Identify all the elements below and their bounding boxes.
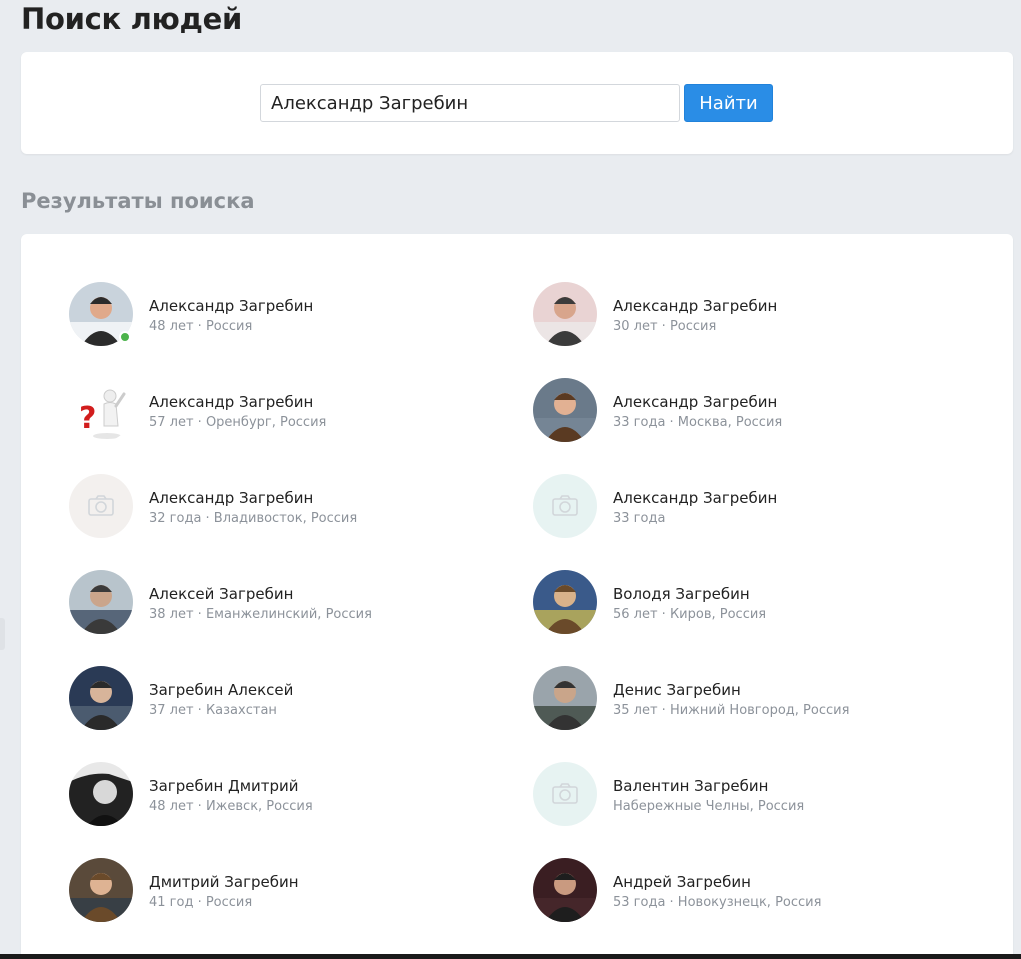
avatar[interactable]	[533, 282, 597, 346]
camera-icon	[533, 474, 597, 538]
person-meta: 33 года · Москва, Россия	[613, 415, 783, 430]
person-name[interactable]: Загребин Алексей	[149, 680, 293, 700]
avatar-photo	[69, 570, 133, 634]
person-result[interactable]: Валентин Загребин Набережные Челны, Росси…	[533, 762, 997, 858]
person-result[interactable]: Александр Загребин 48 лет · Россия	[69, 282, 533, 378]
person-result[interactable]: Александр Загребин 33 года · Москва, Росс…	[533, 378, 997, 474]
avatar-photo	[533, 282, 597, 346]
person-name[interactable]: Александр Загребин	[149, 392, 326, 412]
person-info: Дмитрий Загребин 41 год · Россия	[149, 872, 299, 913]
camera-icon	[533, 762, 597, 826]
avatar[interactable]	[533, 858, 597, 922]
person-meta: 32 года · Владивосток, Россия	[149, 511, 358, 526]
avatar-photo	[533, 666, 597, 730]
person-name[interactable]: Александр Загребин	[613, 488, 777, 508]
person-meta: 38 лет · Еманжелинский, Россия	[149, 607, 372, 622]
person-info: Александр Загребин 32 года · Владивосток,…	[149, 488, 357, 529]
person-result[interactable]: Александр Загребин 33 года	[533, 474, 997, 570]
person-info: Александр Загребин 33 года	[613, 488, 777, 529]
person-result[interactable]: Алексей Загребин 38 лет · Еманжелинский, …	[69, 570, 533, 666]
person-meta: 35 лет · Нижний Новгород, Россия	[613, 703, 850, 718]
person-info: Загребин Дмитрий 48 лет · Ижевск, Россия	[149, 776, 313, 817]
person-info: Александр Загребин 33 года · Москва, Росс…	[613, 392, 782, 433]
page-title: Поиск людей	[21, 2, 243, 36]
person-info: Андрей Загребин 53 года · Новокузнецк, Ро…	[613, 872, 821, 913]
person-name[interactable]: Денис Загребин	[613, 680, 849, 700]
avatar[interactable]	[533, 762, 597, 826]
avatar-photo: ?	[69, 378, 133, 442]
avatar[interactable]	[533, 570, 597, 634]
person-result[interactable]: Дмитрий Загребин 41 год · Россия	[69, 858, 533, 954]
person-info: Александр Загребин 30 лет · Россия	[613, 296, 777, 337]
avatar-photo	[533, 858, 597, 922]
search-button[interactable]: Найти	[684, 84, 773, 122]
person-result[interactable]: Андрей Загребин 53 года · Новокузнецк, Ро…	[533, 858, 997, 954]
person-meta: 57 лет · Оренбург, Россия	[149, 415, 327, 430]
person-info: Денис Загребин 35 лет · Нижний Новгород, …	[613, 680, 849, 721]
person-result[interactable]: Денис Загребин 35 лет · Нижний Новгород, …	[533, 666, 997, 762]
person-name[interactable]: Андрей Загребин	[613, 872, 821, 892]
person-name[interactable]: Александр Загребин	[149, 296, 313, 316]
person-meta: 53 года · Новокузнецк, Россия	[613, 895, 822, 910]
avatar[interactable]	[69, 570, 133, 634]
avatar[interactable]	[533, 474, 597, 538]
person-name[interactable]: Загребин Дмитрий	[149, 776, 313, 796]
avatar-photo	[533, 570, 597, 634]
avatar[interactable]	[533, 666, 597, 730]
person-name[interactable]: Александр Загребин	[613, 392, 782, 412]
person-meta: Набережные Челны, Россия	[613, 799, 805, 814]
person-result[interactable]: ? Александр Загребин 57 лет · Оренбург, Р…	[69, 378, 533, 474]
person-meta: 41 год · Россия	[149, 895, 253, 910]
person-meta: 33 года	[613, 511, 666, 526]
person-name[interactable]: Валентин Загребин	[613, 776, 804, 796]
person-info: Загребин Алексей 37 лет · Казахстан	[149, 680, 293, 721]
results-title: Результаты поиска	[21, 189, 255, 213]
person-name[interactable]: Дмитрий Загребин	[149, 872, 299, 892]
person-info: Алексей Загребин 38 лет · Еманжелинский, …	[149, 584, 372, 625]
person-meta: 30 лет · Россия	[613, 319, 717, 334]
avatar-photo	[69, 858, 133, 922]
person-meta: 48 лет · Ижевск, Россия	[149, 799, 313, 814]
person-name[interactable]: Алексей Загребин	[149, 584, 372, 604]
side-panel-handle[interactable]	[0, 618, 5, 650]
person-meta: 37 лет · Казахстан	[149, 703, 277, 718]
person-info: Валентин Загребин Набережные Челны, Росси…	[613, 776, 804, 817]
person-result[interactable]: Володя Загребин 56 лет · Киров, Россия	[533, 570, 997, 666]
person-result[interactable]: Загребин Алексей 37 лет · Казахстан	[69, 666, 533, 762]
svg-text:?: ?	[79, 401, 96, 436]
avatar[interactable]	[69, 474, 133, 538]
person-meta: 56 лет · Киров, Россия	[613, 607, 767, 622]
avatar-photo	[533, 378, 597, 442]
person-name[interactable]: Александр Загребин	[149, 488, 357, 508]
person-info: Александр Загребин 57 лет · Оренбург, Рос…	[149, 392, 326, 433]
results-card: Александр Загребин 48 лет · Россия Алекса…	[21, 234, 1013, 959]
person-name[interactable]: Володя Загребин	[613, 584, 766, 604]
avatar[interactable]	[69, 762, 133, 826]
person-meta: 48 лет · Россия	[149, 319, 253, 334]
avatar[interactable]	[69, 858, 133, 922]
taskbar	[0, 954, 1021, 959]
results-grid: Александр Загребин 48 лет · Россия Алекса…	[69, 282, 997, 954]
person-info: Александр Загребин 48 лет · Россия	[149, 296, 313, 337]
person-result[interactable]: Александр Загребин 32 года · Владивосток,…	[69, 474, 533, 570]
avatar[interactable]	[69, 282, 133, 346]
avatar[interactable]: ?	[69, 378, 133, 442]
person-result[interactable]: Александр Загребин 30 лет · Россия	[533, 282, 997, 378]
avatar-photo	[69, 666, 133, 730]
camera-icon	[69, 474, 133, 538]
search-card: Найти	[21, 52, 1013, 154]
person-info: Володя Загребин 56 лет · Киров, Россия	[613, 584, 766, 625]
person-name[interactable]: Александр Загребин	[613, 296, 777, 316]
search-input[interactable]	[260, 84, 680, 122]
avatar[interactable]	[533, 378, 597, 442]
avatar-photo	[69, 762, 133, 826]
online-status-indicator	[119, 331, 131, 343]
avatar[interactable]	[69, 666, 133, 730]
person-result[interactable]: Загребин Дмитрий 48 лет · Ижевск, Россия	[69, 762, 533, 858]
